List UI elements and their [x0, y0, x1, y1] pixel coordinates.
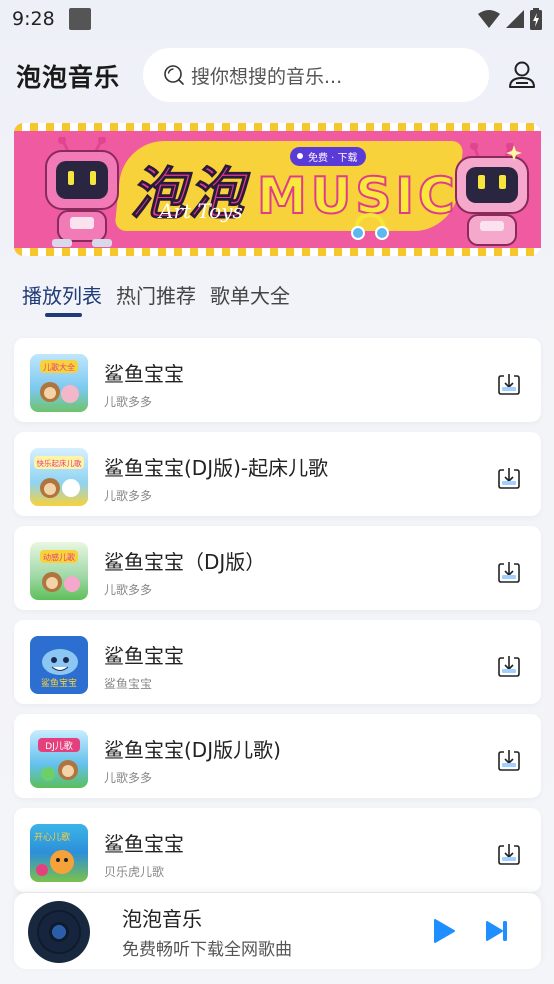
cover-art-icon: DJ儿歌 [38, 738, 80, 781]
search-placeholder: 搜你想搜的音乐... [191, 65, 343, 88]
song-artist: 鲨鱼宝宝 [104, 677, 153, 691]
song-cover: 儿歌大全 [30, 354, 88, 412]
banner-art-text: Art Toys [159, 199, 243, 223]
header: 泡泡音乐 搜你想搜的音乐... [0, 48, 554, 102]
user-icon[interactable] [508, 60, 536, 90]
cover-text: DJ儿歌 [45, 740, 73, 752]
song-artist: 儿歌多多 [104, 583, 153, 597]
download-icon[interactable] [497, 654, 521, 678]
cover-text: 儿歌大全 [43, 362, 75, 372]
app-title: 泡泡音乐 [16, 63, 121, 92]
robot-left-icon [45, 137, 119, 247]
download-icon[interactable] [497, 466, 521, 490]
song-list-item[interactable]: DJ儿歌 鲨鱼宝宝(DJ版儿歌) 儿歌多多 [14, 714, 541, 798]
song-list-item[interactable]: 快乐起床儿歌 鲨鱼宝宝(DJ版)-起床儿歌 儿歌多多 [14, 432, 541, 516]
song-cover: 开心儿歌 [30, 824, 88, 882]
download-icon[interactable] [497, 372, 521, 396]
sparkle-icon [506, 145, 522, 161]
song-artist: 贝乐虎儿歌 [104, 865, 165, 879]
play-icon[interactable] [432, 918, 456, 944]
song-list-item[interactable]: 鲨鱼宝宝 鲨鱼宝宝 鲨鱼宝宝 [14, 620, 541, 704]
song-list: 儿歌大全 鲨鱼宝宝 儿歌多多 快乐起床儿歌 鲨鱼宝宝(DJ版)-起床儿歌 儿歌多… [14, 338, 541, 902]
cover-text: 动感儿歌 [43, 552, 75, 562]
notification-icon [69, 8, 91, 30]
status-bar: 9:28 [0, 0, 554, 38]
tab-bar: 播放列表 热门推荐 歌单大全 [22, 280, 290, 309]
download-icon[interactable] [497, 748, 521, 772]
song-list-item[interactable]: 开心儿歌 鲨鱼宝宝 贝乐虎儿歌 [14, 808, 541, 892]
song-title: 鲨鱼宝宝 [104, 832, 184, 856]
search-input[interactable]: 搜你想搜的音乐... [143, 48, 489, 102]
wifi-icon [478, 10, 500, 28]
next-track-icon[interactable] [485, 920, 509, 942]
tab-song-lists[interactable]: 歌单大全 [210, 280, 290, 309]
song-cover: 鲨鱼宝宝 [30, 636, 88, 694]
headphones-icon [351, 212, 389, 240]
cover-art-icon: 鲨鱼宝宝 [41, 649, 78, 689]
battery-icon [530, 8, 542, 30]
tab-indicator [45, 313, 82, 317]
download-icon[interactable] [497, 842, 521, 866]
tab-hot-recommend[interactable]: 热门推荐 [116, 280, 196, 309]
song-title: 鲨鱼宝宝（DJ版） [104, 550, 266, 574]
song-artist: 儿歌多多 [104, 489, 153, 503]
promo-banner[interactable]: 泡泡 MUSIC Art Toys 免费 · 下载 [14, 123, 541, 256]
song-title: 鲨鱼宝宝(DJ版儿歌) [104, 738, 281, 762]
status-time: 9:28 [12, 8, 55, 30]
banner-checker-top [14, 123, 541, 131]
player-title: 泡泡音乐 [122, 907, 202, 931]
song-cover: DJ儿歌 [30, 730, 88, 788]
player-subtitle: 免费畅听下载全网歌曲 [122, 940, 292, 960]
song-title: 鲨鱼宝宝(DJ版)-起床儿歌 [104, 456, 329, 480]
song-title: 鲨鱼宝宝 [104, 644, 184, 668]
tab-playlist[interactable]: 播放列表 [22, 280, 102, 309]
cover-text: 开心儿歌 [34, 831, 70, 843]
cover-text: 鲨鱼宝宝 [41, 677, 77, 689]
status-icons [478, 8, 542, 30]
cover-text: 快乐起床儿歌 [37, 458, 82, 468]
banner-badge: 免费 · 下载 [290, 147, 366, 166]
cover-art-icon: 开心儿歌 [34, 831, 74, 876]
cover-art-icon: 动感儿歌 [40, 550, 80, 592]
cover-art-icon: 儿歌大全 [40, 360, 79, 403]
song-list-item[interactable]: 动感儿歌 鲨鱼宝宝（DJ版） 儿歌多多 [14, 526, 541, 610]
signal-icon [506, 10, 524, 28]
song-list-item[interactable]: 儿歌大全 鲨鱼宝宝 儿歌多多 [14, 338, 541, 422]
song-artist: 儿歌多多 [104, 771, 153, 785]
mini-player[interactable]: 泡泡音乐 免费畅听下载全网歌曲 [14, 893, 541, 969]
song-artist: 儿歌多多 [104, 395, 153, 409]
download-icon[interactable] [497, 560, 521, 584]
cover-art-icon: 快乐起床儿歌 [34, 456, 84, 498]
song-cover: 快乐起床儿歌 [30, 448, 88, 506]
vinyl-disc-icon [28, 901, 90, 963]
song-title: 鲨鱼宝宝 [104, 362, 184, 386]
search-icon [164, 65, 184, 85]
song-cover: 动感儿歌 [30, 542, 88, 600]
